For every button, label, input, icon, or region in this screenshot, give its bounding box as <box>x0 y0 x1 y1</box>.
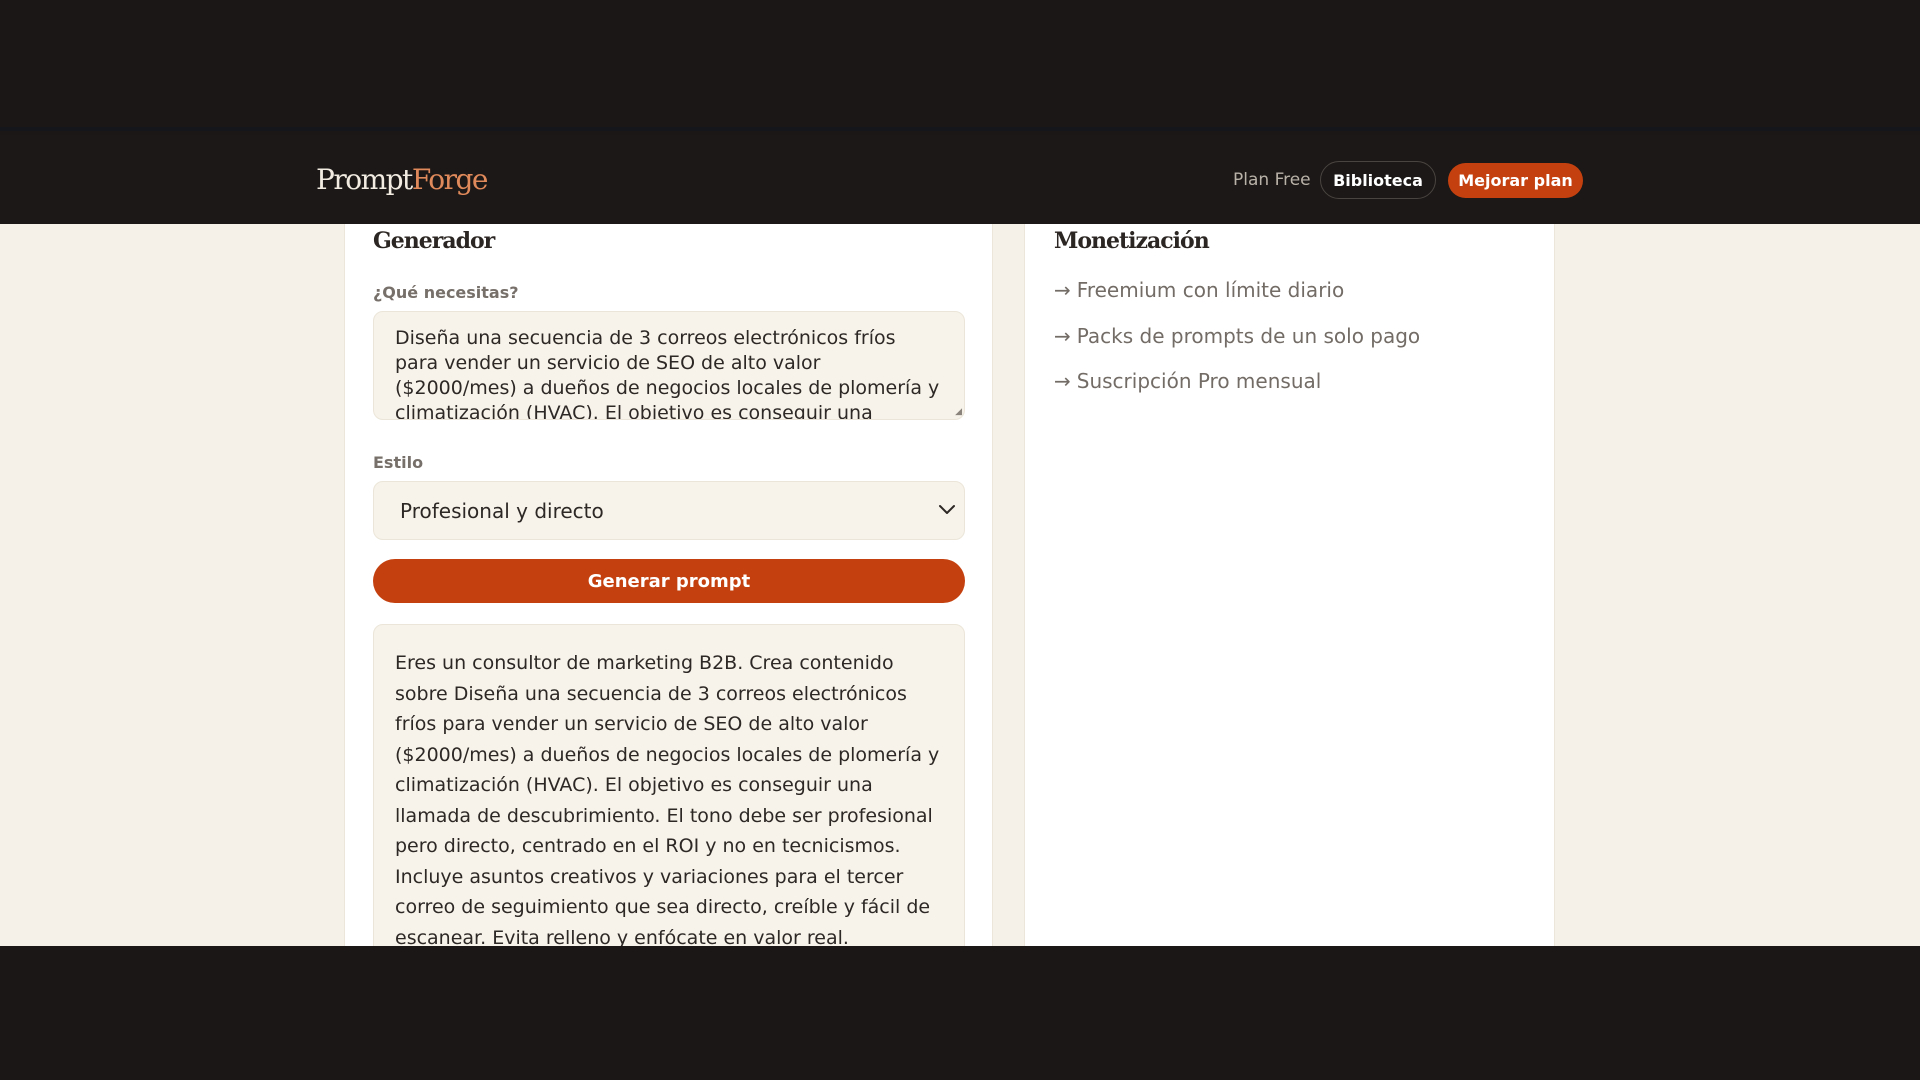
list-item-label: Packs de prompts de un solo pago <box>1076 323 1421 348</box>
list-item-label: Freemium con límite diario <box>1076 278 1345 302</box>
arrow-right-icon: → <box>1054 369 1071 393</box>
main-content: Generador ¿Qué necesitas? Diseña una sec… <box>0 224 1920 946</box>
top-letterbox <box>0 0 1920 131</box>
list-item-label: Suscripción Pro mensual <box>1076 369 1322 393</box>
generator-card: Generador ¿Qué necesitas? Diseña una sec… <box>344 224 993 946</box>
arrow-right-icon: → <box>1054 323 1071 348</box>
need-text: Diseña una secuencia de 3 correos electr… <box>395 327 940 420</box>
generator-title: Generador <box>373 228 495 254</box>
chevron-down-icon <box>939 505 955 514</box>
logo-forge: Forge <box>411 163 489 196</box>
upgrade-plan-button[interactable]: Mejorar plan <box>1448 163 1583 198</box>
list-item: → Freemium con límite diario <box>1054 276 1420 322</box>
style-selected-value: Profesional y directo <box>400 499 604 523</box>
bottom-letterbox <box>0 946 1920 1080</box>
style-select[interactable]: Profesional y directo <box>373 481 965 540</box>
logo-prompt: Prompt <box>316 163 413 196</box>
monetization-card: Monetización → Freemium con límite diari… <box>1024 224 1555 946</box>
list-item: → Packs de prompts de un solo pago <box>1054 322 1420 368</box>
need-textarea[interactable]: Diseña una secuencia de 3 correos electr… <box>373 311 965 420</box>
generate-prompt-button[interactable]: Generar prompt <box>373 559 965 603</box>
list-item: → Suscripción Pro mensual <box>1054 367 1420 413</box>
plan-label: Plan Free <box>1233 170 1311 190</box>
monetization-list: → Freemium con límite diario → Packs de … <box>1054 276 1420 413</box>
library-button[interactable]: Biblioteca <box>1320 161 1436 199</box>
need-label: ¿Qué necesitas? <box>373 283 519 302</box>
arrow-right-icon: → <box>1054 278 1071 302</box>
app-header: PromptForge Plan Free Biblioteca Mejorar… <box>0 135 1920 224</box>
logo[interactable]: PromptForge <box>316 163 489 196</box>
output-text: Eres un consultor de marketing B2B. Crea… <box>395 652 940 946</box>
resize-handle-icon[interactable]: ◢ <box>955 407 962 417</box>
generated-prompt-output[interactable]: Eres un consultor de marketing B2B. Crea… <box>373 624 965 946</box>
style-label: Estilo <box>373 453 424 472</box>
monetization-title: Monetización <box>1054 228 1210 254</box>
